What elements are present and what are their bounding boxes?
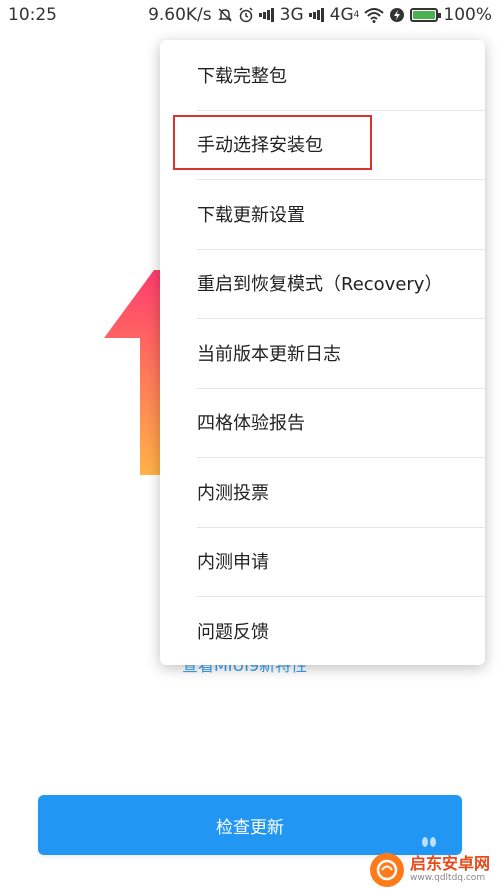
watermark-title: 启东安卓网 — [410, 854, 491, 873]
power-saver-icon — [389, 7, 405, 23]
alarm-icon — [238, 7, 254, 23]
miui-logo-icon — [104, 270, 164, 475]
battery-percent: 100% — [443, 5, 492, 25]
status-time: 10:25 — [8, 5, 57, 25]
signal-icon — [258, 8, 275, 22]
menu-item-label: 手动选择安装包 — [197, 135, 323, 157]
status-bar: 10:25 9.60K/s 3G 4G 4 100% — [0, 0, 500, 30]
menu-item-feedback[interactable]: 问题反馈 — [160, 596, 485, 665]
decorative-dots-icon — [422, 837, 436, 847]
menu-item-label: 四格体验报告 — [197, 413, 305, 435]
overflow-menu: 下载完整包 手动选择安装包 下载更新设置 重启到恢复模式（Recovery） 当… — [160, 40, 485, 665]
menu-item-download-full-package[interactable]: 下载完整包 — [160, 40, 485, 110]
menu-item-beta-apply[interactable]: 内测申请 — [160, 526, 485, 597]
menu-item-manual-select-package[interactable]: 手动选择安装包 — [160, 109, 485, 180]
menu-item-experience-report[interactable]: 四格体验报告 — [160, 387, 485, 458]
watermark: 启东安卓网 www.qdltdq.com — [370, 850, 500, 889]
menu-item-label: 下载完整包 — [197, 65, 287, 87]
watermark-url: www.qdltdq.com — [410, 873, 486, 883]
menu-item-label: 当前版本更新日志 — [197, 343, 341, 365]
menu-item-changelog[interactable]: 当前版本更新日志 — [160, 318, 485, 388]
network-3g-label: 3G — [279, 5, 304, 25]
network-4g-label: 4G 4 — [329, 5, 360, 25]
menu-item-label: 内测投票 — [197, 482, 269, 504]
menu-item-reboot-recovery[interactable]: 重启到恢复模式（Recovery） — [160, 248, 485, 319]
check-update-button[interactable]: 检查更新 — [38, 795, 462, 855]
menu-item-label: 内测申请 — [197, 552, 269, 574]
status-icons: 9.60K/s 3G 4G 4 100% — [148, 5, 492, 25]
mute-icon — [217, 7, 233, 23]
watermark-logo-icon — [370, 852, 404, 887]
network-speed: 9.60K/s — [148, 5, 212, 25]
battery-icon — [410, 8, 442, 22]
menu-item-label: 下载更新设置 — [197, 204, 305, 226]
menu-item-label: 重启到恢复模式（Recovery） — [197, 274, 443, 296]
signal-icon — [308, 8, 325, 22]
menu-item-label: 问题反馈 — [197, 621, 269, 643]
menu-item-beta-vote[interactable]: 内测投票 — [160, 457, 485, 527]
menu-item-download-update-settings[interactable]: 下载更新设置 — [160, 179, 485, 249]
wifi-icon — [364, 7, 385, 23]
